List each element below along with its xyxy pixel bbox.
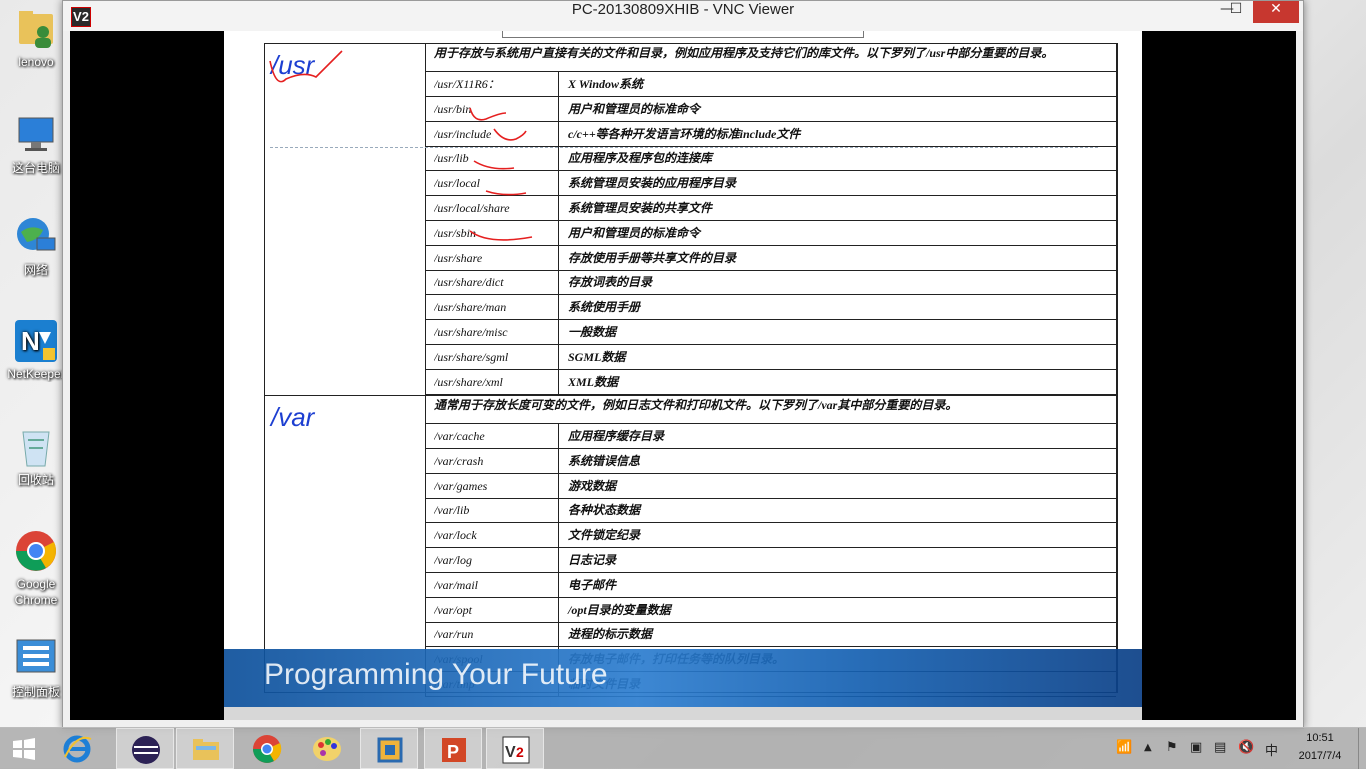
taskbar-app-eclipse[interactable]	[116, 728, 174, 769]
svg-text:V: V	[505, 744, 516, 761]
presentation-slide: /usr 用于存放与系统用户直接有关的文件和目录，例如应用程序及支持它们的库文件…	[224, 31, 1142, 720]
desktop-icon-recycle-bin[interactable]: 回收站	[2, 424, 70, 488]
ime-indicator[interactable]: 中	[1265, 740, 1278, 759]
pen-annotations	[269, 50, 533, 241]
ie-icon	[63, 735, 92, 763]
desktop-icon-lenovo[interactable]: lenovo	[2, 6, 70, 70]
windows-logo-icon	[13, 738, 35, 760]
eclipse-icon	[132, 736, 160, 764]
clock-date[interactable]: 2017/7/4	[1290, 750, 1350, 762]
wifi-icon[interactable]: 📶	[1116, 740, 1132, 755]
vnc-viewer-window: V2 PC-20130809XHIB - VNC Viewer — ☐ ✕ /u…	[62, 0, 1304, 729]
maximize-button[interactable]: ☐	[1221, 1, 1251, 23]
computer-icon	[13, 112, 59, 158]
desktop-icon-control-panel[interactable]: 控制面板	[2, 636, 70, 700]
chrome-icon	[253, 735, 282, 763]
slide-footer-strip	[224, 707, 1142, 720]
svg-text:2: 2	[516, 744, 524, 760]
control-panel-icon	[13, 636, 59, 682]
svg-text:N: N	[21, 326, 40, 356]
taskbar: P V2 📶 ▲ ⚑ ▣ ▤ 🔇 中 10:51 2017/7/4	[0, 727, 1366, 769]
taskbar-app-vnc-viewer[interactable]: V2	[486, 728, 544, 769]
powerpoint-icon: P	[442, 738, 466, 762]
netkeeper-icon: N	[13, 318, 59, 364]
start-button[interactable]	[0, 728, 48, 769]
taskbar-app-internet-explorer[interactable]	[48, 728, 106, 769]
clock-time[interactable]: 10:51	[1300, 732, 1340, 744]
folder-icon	[193, 739, 219, 760]
show-desktop-button[interactable]	[1358, 728, 1366, 769]
network-icon	[13, 214, 59, 260]
desktop-icon-label: lenovo	[18, 55, 54, 69]
desktop-icon-label: 这台电脑	[11, 161, 60, 175]
flag-icon[interactable]: ⚑	[1166, 740, 1178, 755]
desktop-icon-label: 网络	[23, 263, 48, 277]
taskbar-app-virtualbox[interactable]	[360, 728, 418, 769]
network-status-icon[interactable]: ▣	[1190, 740, 1202, 755]
taskbar-app-powerpoint[interactable]: P	[424, 728, 482, 769]
volume-muted-icon[interactable]: 🔇	[1238, 740, 1254, 755]
device-icon[interactable]: ▤	[1214, 740, 1226, 755]
taskbar-app-chrome[interactable]	[238, 728, 296, 769]
svg-text:P: P	[447, 742, 459, 762]
window-titlebar[interactable]: V2 PC-20130809XHIB - VNC Viewer — ☐ ✕	[63, 1, 1303, 31]
palette-icon	[313, 737, 341, 761]
taskbar-app-paint[interactable]	[298, 728, 356, 769]
desktop-icon-netkeeper[interactable]: N NetKeeper	[2, 318, 70, 382]
chrome-icon	[13, 528, 59, 574]
desktop-icon-label: 回收站	[17, 473, 54, 487]
desktop-icon-this-pc[interactable]: 这台电脑	[2, 112, 70, 176]
show-hidden-icons-icon[interactable]: ▲	[1144, 742, 1152, 753]
window-title: PC-20130809XHIB - VNC Viewer	[571, 1, 795, 18]
recycle-bin-icon	[13, 424, 59, 470]
desktop-icon-label: Google Chrome	[14, 577, 58, 607]
desktop-icon-chrome[interactable]: Google Chrome	[2, 528, 70, 608]
virtualbox-icon	[377, 737, 403, 763]
desktop-icon-network[interactable]: 网络	[2, 214, 70, 278]
user-folder-icon	[13, 6, 59, 52]
vnc-icon: V2	[502, 736, 530, 764]
desktop-icon-label: 控制面板	[11, 685, 60, 699]
remote-desktop-view[interactable]: /usr 用于存放与系统用户直接有关的文件和目录，例如应用程序及支持它们的库文件…	[70, 31, 1296, 720]
taskbar-app-file-explorer[interactable]	[176, 728, 234, 769]
desktop-icon-label: NetKeeper	[7, 367, 65, 381]
close-button[interactable]: ✕	[1253, 1, 1299, 23]
slide-banner-text: Programming Your Future	[264, 658, 608, 691]
